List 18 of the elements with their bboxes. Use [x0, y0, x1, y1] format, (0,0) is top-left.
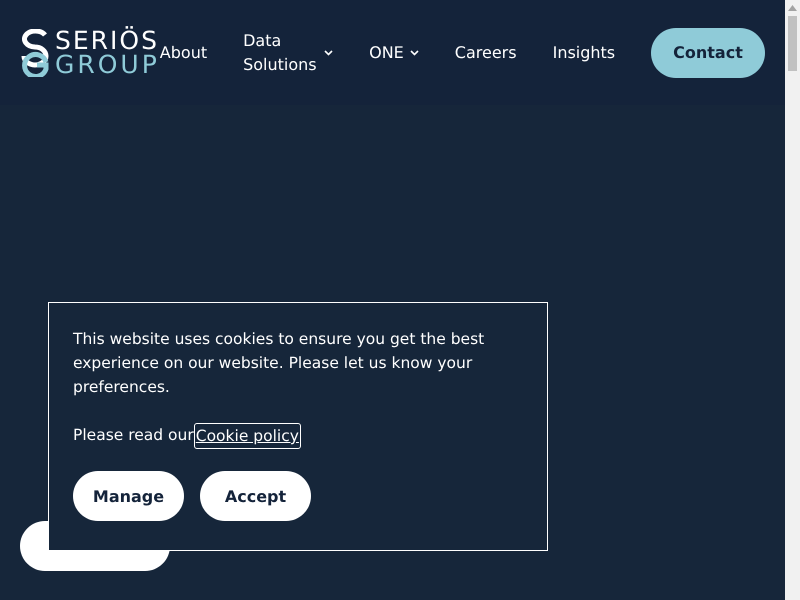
logo-text[interactable]: SERIÖS [55, 28, 160, 52]
nav-link[interactable]: Insights [552, 40, 616, 64]
scrollbar-thumb[interactable] [788, 16, 797, 71]
chevron-down-icon[interactable] [324, 50, 334, 56]
cookie-policy-link[interactable]: Cookie policy [194, 423, 301, 449]
cookie-button[interactable]: Accept [200, 471, 311, 521]
contact-button[interactable]: Contact [651, 28, 765, 78]
nav-link[interactable]: Data Solutions [243, 28, 318, 76]
nav-link[interactable]: About [160, 40, 208, 64]
scrollbar[interactable] [785, 0, 800, 600]
logo-subtext[interactable]: GROUP [55, 52, 160, 76]
logo-icon[interactable] [20, 28, 50, 76]
nav-link[interactable]: ONE [369, 40, 404, 64]
cookie-button[interactable]: Manage [73, 471, 184, 521]
policy-text: Please read our [73, 425, 194, 446]
nav-link[interactable]: Careers [454, 40, 517, 64]
chevron-down-icon[interactable] [410, 50, 419, 56]
cookie-message: This website uses cookies to ensure you get the best experience on our website. Please let us know your preferences. [73, 329, 486, 398]
